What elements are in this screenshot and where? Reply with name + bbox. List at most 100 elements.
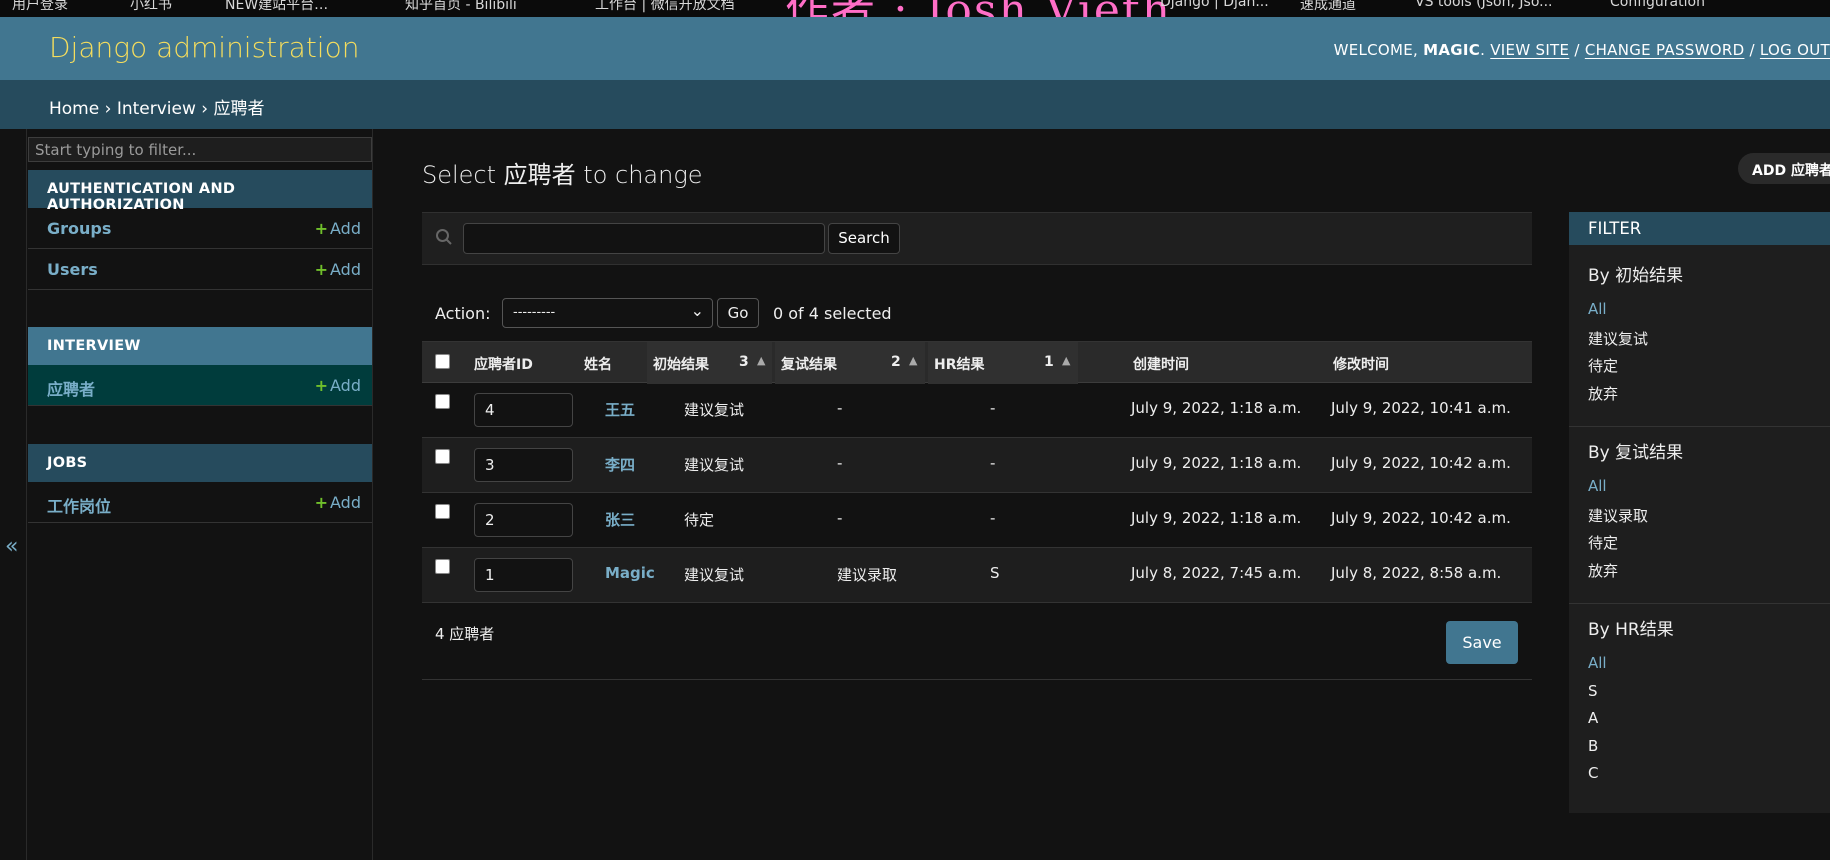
filter-option[interactable]: All bbox=[1588, 654, 1607, 672]
action-label: Action: bbox=[435, 304, 491, 323]
candidate-name-link[interactable]: 张三 bbox=[605, 509, 635, 530]
filter-option[interactable]: 待定 bbox=[1588, 355, 1618, 376]
filter-option[interactable]: All bbox=[1588, 477, 1607, 495]
filter-option[interactable]: 待定 bbox=[1588, 532, 1618, 553]
row-checkbox[interactable] bbox=[435, 504, 450, 519]
column-header-second-result[interactable]: 复试结果 2 ▲ bbox=[775, 342, 925, 384]
add-users-link[interactable]: + Add bbox=[315, 260, 361, 279]
separator: / bbox=[1569, 41, 1585, 59]
candidate-name-link[interactable]: 李四 bbox=[605, 454, 635, 475]
id-input[interactable]: 1 bbox=[474, 558, 573, 592]
row-checkbox[interactable] bbox=[435, 559, 450, 574]
breadcrumb-app[interactable]: Interview bbox=[117, 99, 196, 119]
browser-tab[interactable]: 小红书 bbox=[130, 0, 172, 14]
nav-sidebar: AUTHENTICATION AND AUTHORIZATION Groups … bbox=[27, 129, 373, 860]
browser-tab[interactable]: VS tools (Json, Jso... bbox=[1415, 0, 1552, 10]
collapse-icon[interactable]: « bbox=[5, 534, 18, 559]
search-input[interactable] bbox=[463, 223, 825, 254]
add-candidate-button[interactable]: ADD 应聘者 bbox=[1738, 153, 1830, 184]
row-checkbox[interactable] bbox=[435, 449, 450, 464]
sidebar-item-candidates[interactable]: 应聘者 + Add bbox=[28, 365, 372, 406]
candidate-name-link[interactable]: 王五 bbox=[605, 399, 635, 420]
filter-group-title: By HR结果 bbox=[1588, 620, 1674, 640]
sidebar-toggle[interactable]: « bbox=[0, 129, 27, 860]
filter-option[interactable]: C bbox=[1588, 764, 1598, 782]
select-all-checkbox[interactable] bbox=[435, 354, 450, 369]
change-password-link[interactable]: CHANGE PASSWORD bbox=[1585, 41, 1745, 59]
browser-tab[interactable]: NEW建站平台… bbox=[225, 0, 328, 14]
browser-tab[interactable]: 知乎首页 - Bilibili bbox=[405, 0, 517, 14]
sidebar-item-users[interactable]: Users + Add bbox=[28, 249, 372, 290]
filter-group-title: By 初始结果 bbox=[1588, 266, 1684, 286]
save-button[interactable]: Save bbox=[1446, 621, 1518, 664]
cell-first-result: 待定 bbox=[684, 511, 715, 529]
column-header-first-result[interactable]: 初始结果 3 ▲ bbox=[647, 342, 772, 384]
id-input[interactable]: 2 bbox=[474, 503, 573, 537]
module-jobs-header[interactable]: JOBS bbox=[28, 444, 372, 482]
view-site-link[interactable]: VIEW SITE bbox=[1490, 41, 1569, 59]
id-input[interactable]: 3 bbox=[474, 448, 573, 482]
sidebar-item-label[interactable]: Groups bbox=[47, 219, 111, 238]
browser-tab[interactable]: 用户登录 bbox=[12, 0, 68, 14]
sort-asc-icon[interactable]: ▲ bbox=[1062, 354, 1070, 367]
column-header-name[interactable]: 姓名 bbox=[584, 342, 612, 384]
sort-asc-icon[interactable]: ▲ bbox=[909, 354, 917, 367]
action-selected-value: --------- bbox=[513, 305, 556, 320]
browser-tab[interactable]: Django | Djan... bbox=[1160, 0, 1269, 10]
row-checkbox[interactable] bbox=[435, 394, 450, 409]
module-auth-header[interactable]: AUTHENTICATION AND AUTHORIZATION bbox=[28, 170, 372, 213]
sort-asc-icon[interactable]: ▲ bbox=[757, 354, 765, 367]
column-header-modified[interactable]: 修改时间 bbox=[1333, 342, 1389, 384]
sidebar-item-label[interactable]: 工作岗位 bbox=[47, 493, 111, 517]
sidebar-item-jobs[interactable]: 工作岗位 + Add bbox=[28, 482, 372, 523]
watermark: 作者 : Josh Vieth bbox=[785, 0, 1172, 17]
selection-count: 0 of 4 selected bbox=[773, 304, 892, 323]
site-header: Django administration WELCOME, MAGIC. VI… bbox=[0, 17, 1830, 80]
add-groups-link[interactable]: + Add bbox=[315, 219, 361, 238]
browser-tab[interactable]: 速成通道 bbox=[1300, 0, 1356, 14]
cell-modified: July 9, 2022, 10:41 a.m. bbox=[1331, 399, 1511, 417]
filter-option[interactable]: S bbox=[1588, 682, 1598, 700]
id-input[interactable]: 4 bbox=[474, 393, 573, 427]
sidebar-item-label[interactable]: 应聘者 bbox=[47, 376, 95, 400]
add-label: Add bbox=[330, 260, 361, 279]
sidebar-item-label[interactable]: Users bbox=[47, 260, 98, 279]
cell-modified: July 9, 2022, 10:42 a.m. bbox=[1331, 454, 1511, 472]
filter-option[interactable]: 建议录取 bbox=[1588, 505, 1648, 526]
candidate-name-link[interactable]: Magic bbox=[605, 564, 655, 582]
logout-link[interactable]: LOG OUT bbox=[1760, 41, 1830, 59]
plus-icon: + bbox=[314, 260, 329, 279]
filter-option[interactable]: 建议复试 bbox=[1588, 328, 1648, 349]
nav-filter-input[interactable] bbox=[28, 137, 372, 162]
filter-option[interactable]: A bbox=[1588, 709, 1598, 727]
column-header-id[interactable]: 应聘者ID bbox=[474, 342, 533, 384]
filter-option[interactable]: 放弃 bbox=[1588, 383, 1618, 404]
breadcrumb-home[interactable]: Home bbox=[49, 99, 99, 119]
cell-first-result: 建议复试 bbox=[684, 401, 745, 419]
action-select[interactable]: --------- ⌄ bbox=[502, 298, 713, 328]
browser-tab[interactable]: 工作台 | 微信开放文档 bbox=[595, 0, 735, 14]
cell-created: July 9, 2022, 1:18 a.m. bbox=[1131, 454, 1302, 472]
search-button[interactable]: Search bbox=[828, 223, 900, 254]
column-header-created[interactable]: 创建时间 bbox=[1133, 342, 1189, 384]
cell-second-result: - bbox=[837, 454, 843, 472]
go-button[interactable]: Go bbox=[717, 298, 759, 328]
column-header-label: HR结果 bbox=[934, 357, 985, 373]
filter-option[interactable]: 放弃 bbox=[1588, 560, 1618, 581]
sidebar-item-groups[interactable]: Groups + Add bbox=[28, 208, 372, 249]
site-brand[interactable]: Django administration bbox=[49, 31, 359, 64]
module-interview-header[interactable]: INTERVIEW bbox=[28, 327, 372, 365]
column-header-label: 初始结果 bbox=[653, 357, 709, 373]
table-row: 1 Magic 建议复试 建议录取 S July 8, 2022, 7:45 a… bbox=[422, 548, 1532, 603]
filter-option[interactable]: B bbox=[1588, 737, 1598, 755]
breadcrumb-current: 应聘者 bbox=[213, 99, 265, 119]
column-header-hr-result[interactable]: HR结果 1 ▲ bbox=[928, 342, 1078, 384]
browser-tab[interactable]: Configuration bbox=[1610, 0, 1705, 10]
results-footer: 4 应聘者 Save bbox=[422, 605, 1532, 680]
filter-option[interactable]: All bbox=[1588, 300, 1607, 318]
add-label: Add bbox=[330, 219, 361, 238]
add-candidate-link[interactable]: + Add bbox=[315, 376, 361, 395]
add-label: Add bbox=[330, 376, 361, 395]
username: MAGIC bbox=[1423, 41, 1481, 59]
add-job-link[interactable]: + Add bbox=[315, 493, 361, 512]
